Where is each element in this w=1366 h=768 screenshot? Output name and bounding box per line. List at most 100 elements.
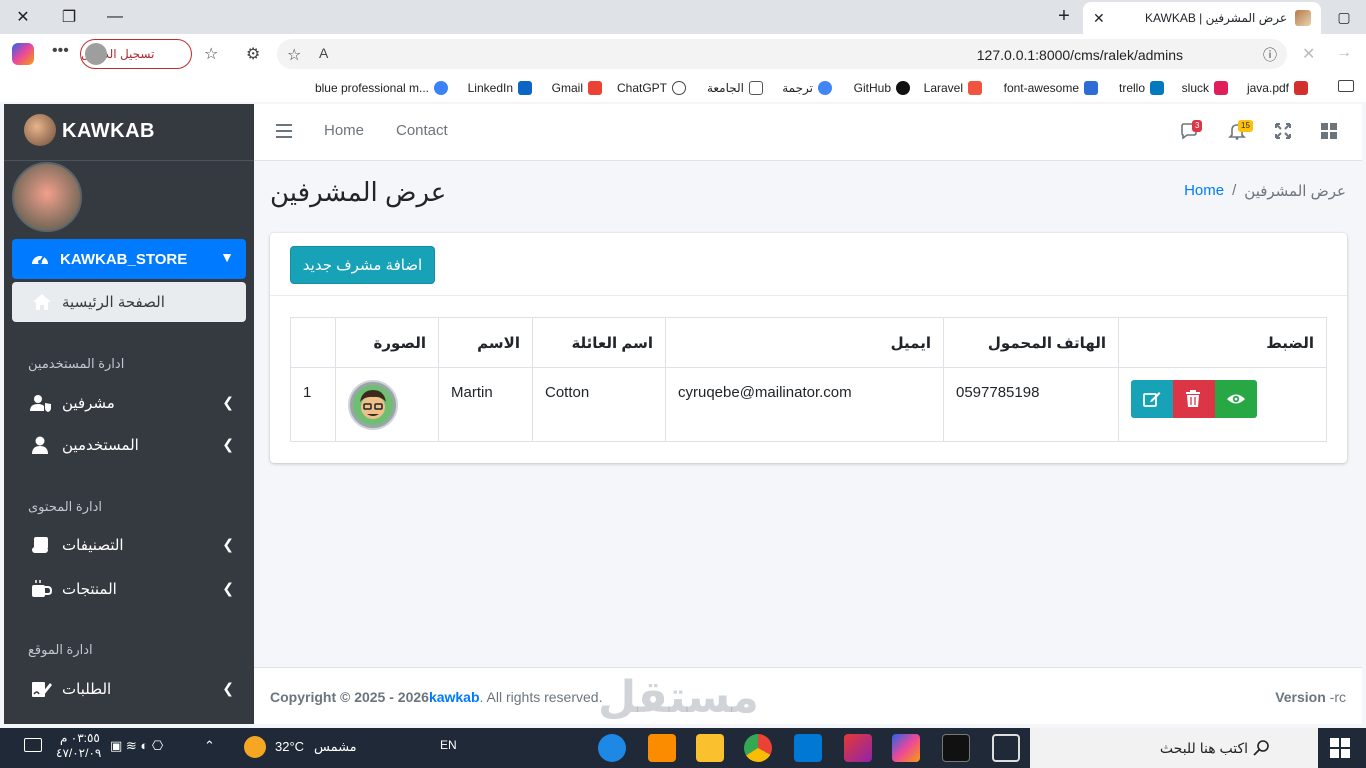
- fullscreen-expand-icon[interactable]: [1274, 122, 1294, 142]
- sidebar-item-users[interactable]: المستخدمين ❮: [12, 425, 246, 465]
- breadcrumb-separator: /: [1232, 182, 1237, 199]
- file-explorer-taskbar-icon[interactable]: [696, 734, 724, 762]
- add-favorite-icon[interactable]: ☆: [287, 45, 301, 65]
- bookmark-github[interactable]: GitHub: [854, 81, 910, 95]
- flag-icon: [1084, 81, 1098, 95]
- weather-condition[interactable]: مشمس: [314, 739, 357, 755]
- show-hidden-icons[interactable]: ⌃: [204, 738, 215, 754]
- input-language[interactable]: EN: [440, 738, 457, 752]
- footer-brand-link[interactable]: kawkab: [429, 689, 480, 705]
- add-admin-button[interactable]: اضافة مشرف جديد: [290, 246, 435, 284]
- user-icon: [32, 436, 48, 454]
- bookmark-java-pdf[interactable]: java.pdf: [1247, 81, 1308, 95]
- bookmark-label: الجامعة: [706, 81, 744, 95]
- chevron-left-icon: ❮: [222, 580, 234, 596]
- taskbar-search-box[interactable]: اكتب هنا للبحث: [1030, 728, 1318, 768]
- col-header-settings: الضبط: [1118, 317, 1327, 368]
- clock-time: ٠٣:٥٥ م: [60, 731, 100, 745]
- bookmark-font-awesome[interactable]: font-awesome: [1004, 81, 1098, 95]
- bookmark-sluck[interactable]: sluck: [1182, 81, 1228, 95]
- tradingview-taskbar-icon[interactable]: [942, 734, 970, 762]
- edit-button[interactable]: [1131, 380, 1173, 418]
- xampp-taskbar-icon[interactable]: [648, 734, 676, 762]
- control-sidebar-grid-icon[interactable]: [1320, 122, 1340, 142]
- tab-title: عرض المشرفين | KAWKAB: [1144, 11, 1287, 25]
- brand-link[interactable]: KAWKAB: [4, 104, 254, 161]
- reading-list-icon[interactable]: [1338, 80, 1354, 92]
- eye-icon: [1227, 394, 1245, 404]
- windows-start-icon[interactable]: [1330, 738, 1350, 758]
- notification-center-icon[interactable]: [24, 738, 42, 752]
- chrome-taskbar-icon[interactable]: [744, 734, 772, 762]
- nav-contact-link[interactable]: Contact: [396, 122, 448, 139]
- google-icon: [818, 81, 832, 95]
- reading-list-glyph: [1338, 80, 1354, 92]
- main-header: Home Contact 3 15: [254, 104, 1362, 161]
- bookmark-university[interactable]: الجامعة: [707, 81, 763, 95]
- bookmark-label: Gmail: [551, 81, 583, 95]
- bookmark-chatgpt[interactable]: ChatGPT: [617, 81, 686, 95]
- tab-favicon-icon: [1295, 10, 1311, 26]
- edit-icon: [1143, 392, 1161, 407]
- sidebar-item-products[interactable]: المنتجات ❮: [12, 569, 246, 609]
- restore-window-icon[interactable]: ❐: [46, 0, 92, 34]
- sidebar-item-home[interactable]: الصفحة الرئيسية: [12, 282, 246, 322]
- vscode-taskbar-icon[interactable]: [794, 734, 822, 762]
- more-options-icon[interactable]: •••: [52, 42, 69, 60]
- slack-icon: [1214, 81, 1228, 95]
- new-tab-icon[interactable]: +: [1052, 4, 1076, 28]
- cell-first-name: Martin: [438, 367, 533, 442]
- read-aloud-icon[interactable]: A: [319, 45, 328, 61]
- sidebar-item-admins[interactable]: مشرفين ❮: [12, 383, 246, 423]
- extensions-icon[interactable]: ⚙: [246, 44, 260, 64]
- task-view-icon[interactable]: [992, 734, 1020, 762]
- tab-actions-icon[interactable]: ▢: [1333, 6, 1355, 28]
- col-header-last-name: اسم العائلة: [532, 317, 666, 368]
- bookmark-trello[interactable]: trello: [1119, 81, 1164, 95]
- stop-icon[interactable]: ✕: [1302, 44, 1315, 64]
- address-bar[interactable]: ☆ A 127.0.0.1:8000/cms/ralek/admins ⓘ: [277, 39, 1287, 69]
- bookmark-laravel[interactable]: Laravel: [924, 81, 982, 95]
- chevron-left-icon: ❮: [222, 436, 234, 452]
- bookmarks-bar: java.pdf sluck trello font-awesome Larav…: [0, 74, 1366, 102]
- favorites-icon[interactable]: ☆: [204, 44, 218, 64]
- version-text: Version -rc: [1275, 689, 1346, 705]
- close-window-icon[interactable]: ✕: [0, 0, 46, 34]
- bookmark-label: trello: [1118, 81, 1145, 95]
- notifications-bell-icon[interactable]: 15: [1228, 120, 1253, 142]
- site-info-icon[interactable]: ⓘ: [1263, 45, 1277, 65]
- tray-status-icons[interactable]: ▣ ≋ ◐ ⎔: [110, 738, 163, 754]
- bookmark-linkedin[interactable]: LinkedIn: [468, 81, 532, 95]
- forward-icon[interactable]: →: [1336, 44, 1352, 62]
- profile-avatar-icon: [85, 43, 107, 65]
- bookmark-gmail[interactable]: Gmail: [552, 81, 602, 95]
- hamburger-menu-icon[interactable]: [276, 124, 292, 138]
- store-menu-button[interactable]: KAWKAB_STORE ▼: [12, 239, 246, 279]
- breadcrumb-home-link[interactable]: Home: [1184, 182, 1224, 200]
- brand-logo-icon: [24, 114, 56, 146]
- copilot-taskbar-icon[interactable]: [892, 734, 920, 762]
- nav-home-link[interactable]: Home: [324, 122, 364, 139]
- copilot-icon[interactable]: [12, 43, 34, 65]
- clock[interactable]: ٠٣:٥٥ م ٤٧/٠٢/٠٩: [56, 731, 101, 761]
- bookmark-label: Laravel: [923, 81, 963, 95]
- messages-icon[interactable]: 3: [1180, 120, 1203, 142]
- tab-close-icon[interactable]: ✕: [1093, 10, 1105, 27]
- user-avatar[interactable]: [12, 162, 82, 232]
- bookmark-blue-professional[interactable]: blue professional m...: [315, 81, 448, 95]
- sidebar-item-orders[interactable]: الطلبات ❮: [12, 669, 246, 709]
- admin-avatar[interactable]: [348, 380, 398, 430]
- scroll-icon: [32, 537, 48, 553]
- view-button[interactable]: [1215, 380, 1257, 418]
- sidebar-item-categories[interactable]: التصنيفات ❮: [12, 525, 246, 565]
- edge-browser-taskbar-icon[interactable]: [598, 734, 626, 762]
- signin-button[interactable]: تسجيل الدخول: [80, 39, 192, 69]
- paint-taskbar-icon[interactable]: [844, 734, 872, 762]
- weather-temperature[interactable]: 32°C: [275, 739, 304, 754]
- minimize-window-icon[interactable]: —: [92, 0, 138, 34]
- delete-button[interactable]: [1173, 380, 1215, 418]
- browser-tab[interactable]: عرض المشرفين | KAWKAB ✕: [1083, 2, 1321, 34]
- cell-index: 1: [290, 367, 336, 442]
- weather-sun-icon[interactable]: [244, 736, 266, 758]
- bookmark-translate[interactable]: ترجمة: [782, 81, 832, 95]
